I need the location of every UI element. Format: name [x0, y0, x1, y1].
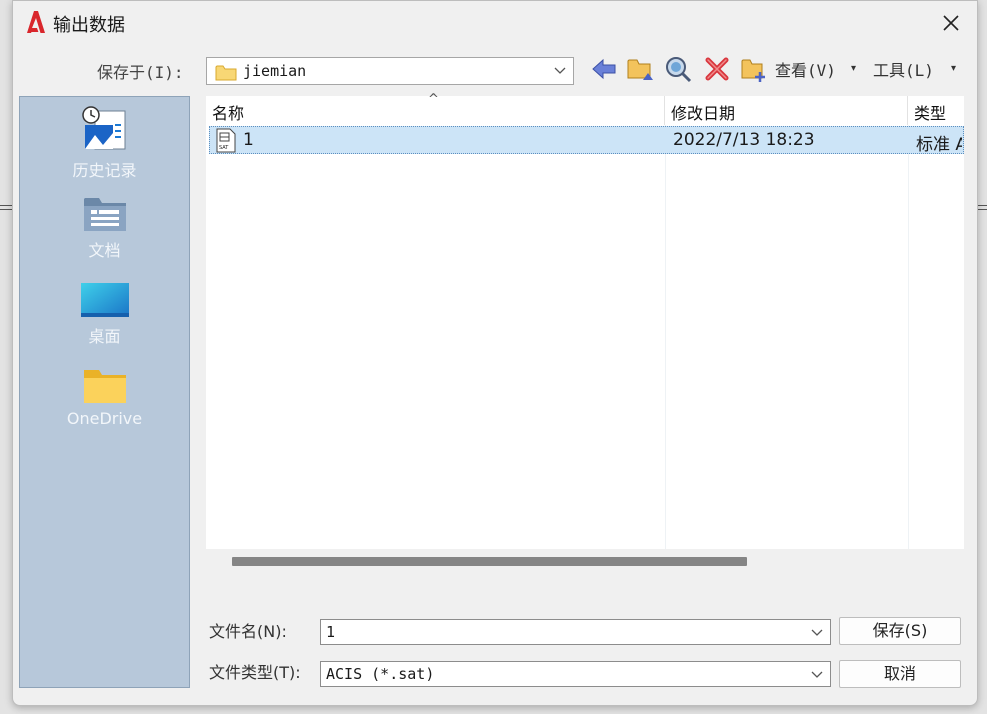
- scrollbar-thumb[interactable]: [232, 557, 747, 566]
- close-icon[interactable]: [939, 11, 963, 35]
- save-in-label: 保存于(I):: [97, 63, 184, 82]
- background-line: [0, 209, 12, 210]
- file-name-cell: 1: [243, 130, 254, 150]
- place-label: 历史记录: [72, 161, 137, 180]
- place-history[interactable]: 历史记录: [20, 105, 189, 181]
- filetype-label: 文件类型(T):: [209, 663, 301, 682]
- chevron-down-icon[interactable]: [810, 668, 824, 682]
- cancel-button[interactable]: 取消: [839, 660, 961, 688]
- background-line: [0, 205, 12, 206]
- place-label: OneDrive: [66, 409, 143, 428]
- column-header-label: 类型: [914, 104, 947, 123]
- filename-label: 文件名(N):: [209, 622, 287, 641]
- onedrive-folder-icon: [83, 370, 126, 403]
- history-icon: [81, 106, 125, 150]
- search-web-icon[interactable]: [664, 55, 692, 83]
- back-arrow-icon[interactable]: [590, 55, 618, 83]
- column-header-name[interactable]: 名称 ^: [206, 92, 665, 125]
- folder-icon: [215, 65, 237, 81]
- sat-file-icon: SAT: [216, 128, 236, 153]
- file-list-view[interactable]: 名称 ^ 修改日期 类型 SAT 1 2022/7/13 18:23 标准 A: [206, 92, 964, 549]
- place-documents[interactable]: 文档: [20, 195, 189, 261]
- filename-value: 1: [326, 623, 336, 641]
- up-folder-icon[interactable]: [626, 55, 654, 83]
- places-sidebar: 历史记录 文档 桌面 OneDrive: [19, 96, 190, 688]
- new-folder-icon[interactable]: [740, 55, 768, 83]
- delete-icon[interactable]: [703, 55, 731, 83]
- autocad-logo-icon: [27, 11, 45, 33]
- tools-menu[interactable]: 工具(L): [873, 57, 934, 81]
- file-date-cell: 2022/7/13 18:23: [673, 130, 815, 150]
- dialog-title: 输出数据: [53, 15, 125, 36]
- column-divider: [665, 125, 666, 549]
- column-divider: [908, 125, 909, 549]
- filename-input[interactable]: 1: [320, 619, 831, 645]
- view-menu[interactable]: 查看(V): [775, 57, 836, 81]
- tools-menu-chevron-icon[interactable]: ▾: [951, 63, 956, 74]
- background-line: [978, 205, 987, 206]
- filetype-select[interactable]: ACIS (*.sat): [320, 661, 831, 687]
- desktop-icon: [80, 283, 129, 317]
- current-folder-name: jiemian: [243, 62, 307, 80]
- output-data-dialog: 输出数据 保存于(I): jiemian 查看(V) ▾ 工具(L) ▾ 历史记…: [12, 0, 978, 706]
- sort-ascending-icon: ^: [428, 92, 439, 107]
- chevron-down-icon[interactable]: [810, 626, 824, 640]
- place-label: 桌面: [88, 327, 121, 346]
- save-button[interactable]: 保存(S): [839, 617, 961, 645]
- place-label: 文档: [88, 241, 121, 260]
- table-row[interactable]: SAT 1 2022/7/13 18:23 标准 A: [209, 126, 964, 155]
- column-header-type[interactable]: 类型: [908, 96, 964, 125]
- chevron-down-icon: [554, 67, 566, 74]
- background-line: [978, 209, 987, 210]
- column-header-date[interactable]: 修改日期: [665, 96, 908, 125]
- column-header-label: 名称: [212, 104, 245, 123]
- place-onedrive[interactable]: OneDrive: [20, 367, 189, 428]
- documents-icon: [83, 198, 126, 231]
- save-in-dropdown[interactable]: jiemian: [206, 57, 574, 85]
- filetype-value: ACIS (*.sat): [326, 665, 435, 683]
- horizontal-scrollbar[interactable]: [206, 553, 964, 570]
- title-bar: 输出数据: [13, 1, 977, 45]
- view-menu-chevron-icon[interactable]: ▾: [851, 63, 856, 74]
- file-type-cell: 标准 A: [916, 135, 962, 155]
- place-desktop[interactable]: 桌面: [20, 281, 189, 347]
- svg-text:SAT: SAT: [219, 145, 229, 151]
- column-header-label: 修改日期: [671, 104, 736, 123]
